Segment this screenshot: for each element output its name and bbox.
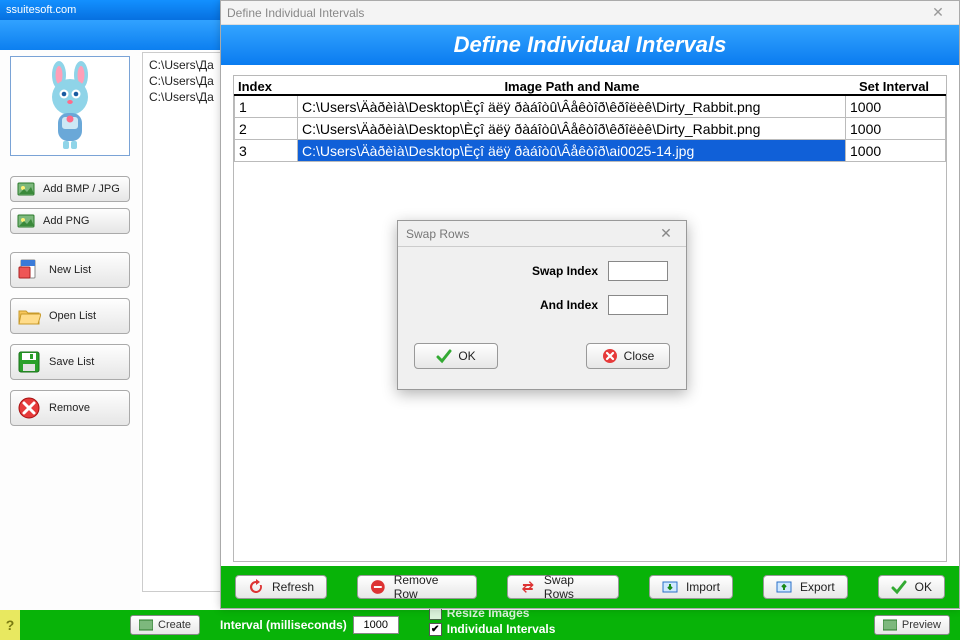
dialog-ok-button[interactable]: OK xyxy=(878,575,945,599)
preview-label: Preview xyxy=(902,619,941,631)
export-label: Export xyxy=(800,580,835,594)
cell-path[interactable]: C:\Users\Äàðèìà\Desktop\Èçî äëÿ ðàáîòû\Â… xyxy=(298,96,846,118)
cell-index[interactable]: 2 xyxy=(234,118,298,140)
folder-open-icon xyxy=(17,304,41,328)
remove-row-label: Remove Row xyxy=(394,573,465,601)
rabbit-thumbnail-icon xyxy=(35,61,105,151)
swap-ok-button[interactable]: OK xyxy=(414,343,498,369)
cell-interval[interactable]: 1000 xyxy=(846,96,946,118)
swap-dialog-title: Swap Rows xyxy=(406,227,469,241)
help-button[interactable]: ? xyxy=(0,610,20,640)
swap-dialog-titlebar[interactable]: Swap Rows ✕ xyxy=(398,221,686,247)
dialog-titlebar[interactable]: Define Individual Intervals ✕ xyxy=(221,1,959,25)
save-list-button[interactable]: Save List xyxy=(10,344,130,380)
import-label: Import xyxy=(686,580,720,594)
new-list-label: New List xyxy=(49,264,91,276)
grid-header-row: Index Image Path and Name Set Interval xyxy=(234,76,946,96)
dialog-footer: Refresh Remove Row Swap Rows Import Expo… xyxy=(221,566,959,608)
image-icon xyxy=(883,618,897,632)
dialog-header: Define Individual Intervals xyxy=(221,25,959,65)
interval-label: Interval (milliseconds) xyxy=(220,618,347,632)
remove-button[interactable]: Remove xyxy=(10,390,130,426)
swap-index-input[interactable] xyxy=(608,261,668,281)
add-bmp-jpg-button[interactable]: Add BMP / JPG xyxy=(10,176,130,202)
save-list-label: Save List xyxy=(49,356,94,368)
swap-rows-dialog: Swap Rows ✕ Swap Index And Index OK Clos… xyxy=(397,220,687,390)
image-icon xyxy=(139,618,153,632)
add-png-label: Add PNG xyxy=(43,215,89,227)
cell-interval[interactable]: 1000 xyxy=(846,140,946,162)
image-add-icon xyxy=(17,212,35,230)
floppy-save-icon xyxy=(17,350,41,374)
create-label: Create xyxy=(158,619,191,631)
add-png-button[interactable]: Add PNG xyxy=(10,208,130,234)
and-index-label: And Index xyxy=(540,298,598,312)
check-icon xyxy=(436,348,452,364)
preview-button[interactable]: Preview xyxy=(874,615,950,635)
swap-close-button[interactable]: Close xyxy=(586,343,670,369)
close-icon[interactable]: ✕ xyxy=(654,225,678,242)
individual-intervals-checkbox[interactable]: ✔ xyxy=(429,623,442,636)
open-list-label: Open List xyxy=(49,310,96,322)
table-row[interactable]: 2C:\Users\Äàðèìà\Desktop\Èçî äëÿ ðàáîòû\… xyxy=(234,118,946,140)
add-bmp-jpg-label: Add BMP / JPG xyxy=(43,183,120,195)
export-button[interactable]: Export xyxy=(763,575,848,599)
and-index-input[interactable] xyxy=(608,295,668,315)
col-header-path: Image Path and Name xyxy=(300,79,844,94)
swap-rows-label: Swap Rows xyxy=(544,573,606,601)
close-x-icon xyxy=(602,348,618,364)
swap-ok-label: OK xyxy=(458,349,475,363)
remove-row-icon xyxy=(370,579,386,595)
cell-index[interactable]: 1 xyxy=(234,96,298,118)
remove-label: Remove xyxy=(49,402,90,414)
col-header-interval: Set Interval xyxy=(844,79,944,94)
new-file-icon xyxy=(17,258,41,282)
swap-icon xyxy=(520,579,536,595)
swap-close-label: Close xyxy=(624,349,655,363)
cell-interval[interactable]: 1000 xyxy=(846,118,946,140)
check-icon xyxy=(891,579,907,595)
swap-rows-button[interactable]: Swap Rows xyxy=(507,575,619,599)
create-button[interactable]: Create xyxy=(130,615,200,635)
dialog-ok-label: OK xyxy=(915,580,932,594)
import-icon xyxy=(662,579,678,595)
cell-index[interactable]: 3 xyxy=(234,140,298,162)
table-row[interactable]: 3C:\Users\Äàðèìà\Desktop\Èçî äëÿ ðàáîòû\… xyxy=(234,140,946,162)
cell-path[interactable]: C:\Users\Äàðèìà\Desktop\Èçî äëÿ ðàáîòû\Â… xyxy=(298,140,846,162)
cell-path[interactable]: C:\Users\Äàðèìà\Desktop\Èçî äëÿ ðàáîòû\Â… xyxy=(298,118,846,140)
refresh-icon xyxy=(248,579,264,595)
image-add-icon xyxy=(17,180,35,198)
main-bottom-bar: ? Create Interval (milliseconds) Resize … xyxy=(0,610,960,640)
main-window-title: ssuitesoft.com xyxy=(0,0,220,20)
dialog-titlebar-text: Define Individual Intervals xyxy=(227,6,364,20)
individual-intervals-label: Individual Intervals xyxy=(447,622,556,636)
open-list-button[interactable]: Open List xyxy=(10,298,130,334)
col-header-index: Index xyxy=(236,79,300,94)
refresh-label: Refresh xyxy=(272,580,314,594)
interval-input[interactable] xyxy=(353,616,399,634)
new-list-button[interactable]: New List xyxy=(10,252,130,288)
table-row[interactable]: 1C:\Users\Äàðèìà\Desktop\Èçî äëÿ ðàáîòû\… xyxy=(234,96,946,118)
remove-row-button[interactable]: Remove Row xyxy=(357,575,477,599)
sidebar: Add BMP / JPG Add PNG New List Open List… xyxy=(0,50,140,610)
refresh-button[interactable]: Refresh xyxy=(235,575,327,599)
import-button[interactable]: Import xyxy=(649,575,733,599)
export-icon xyxy=(776,579,792,595)
image-thumbnail xyxy=(10,56,130,156)
remove-x-icon xyxy=(17,396,41,420)
close-icon[interactable]: ✕ xyxy=(923,4,953,21)
swap-index-label: Swap Index xyxy=(532,264,598,278)
